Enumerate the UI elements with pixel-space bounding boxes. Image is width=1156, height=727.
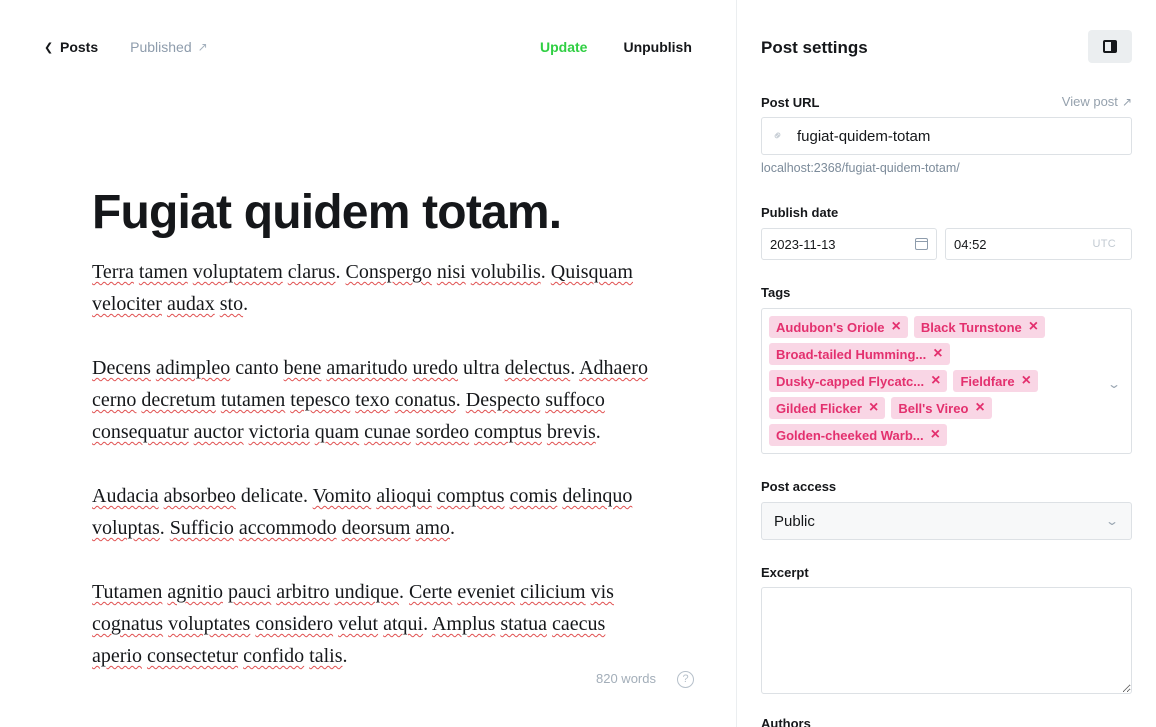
back-link-label: Posts [60, 39, 99, 55]
status-label: Published [130, 39, 192, 55]
chevron-down-icon: ⌄ [1104, 514, 1120, 528]
view-post-link[interactable]: View post ↗ [1062, 94, 1132, 109]
post-title[interactable]: Fugiat quidem totam. [92, 184, 562, 242]
post-url-hint: localhost:2368/fugiat-quidem-totam/ [761, 161, 960, 175]
publish-time-input[interactable] [954, 236, 1064, 252]
post-body[interactable]: Terra tamen voluptatem clarus. Conspergo… [92, 256, 652, 704]
publish-date-input[interactable] [770, 236, 880, 252]
arrow-up-right-icon: ↗ [197, 40, 208, 54]
link-icon: ⚭ [768, 126, 787, 145]
publish-date-label: Publish date [761, 205, 839, 220]
remove-tag-icon[interactable]: × [1022, 373, 1031, 389]
settings-title: Post settings [761, 38, 868, 57]
arrow-up-right-icon: ↗ [1121, 94, 1132, 109]
excerpt-label: Excerpt [761, 565, 809, 580]
remove-tag-icon[interactable]: × [869, 400, 878, 416]
post-access-select[interactable]: Public ⌄ [761, 502, 1132, 540]
unpublish-button[interactable]: Unpublish [623, 39, 691, 55]
tag-label: Dusky-capped Flycatc... [776, 373, 925, 389]
editor-pane: ❮ Posts Published ↗ Update Unpublish Fug… [0, 0, 736, 727]
update-button[interactable]: Update [540, 39, 587, 55]
publish-time-field[interactable]: UTC [945, 228, 1132, 260]
back-to-posts-link[interactable]: ❮ Posts [44, 39, 98, 55]
tag-label: Gilded Flicker [776, 400, 862, 416]
calendar-icon[interactable] [915, 238, 928, 250]
remove-tag-icon[interactable]: × [1029, 319, 1038, 335]
excerpt-textarea[interactable] [761, 587, 1132, 694]
post-url-label: Post URL [761, 95, 820, 110]
remove-tag-icon[interactable]: × [892, 319, 901, 335]
tag-chip[interactable]: Fieldfare × [953, 370, 1038, 392]
tag-label: Black Turnstone [920, 319, 1022, 335]
word-count: 820 words [596, 671, 656, 686]
tag-chip[interactable]: Dusky-capped Flycatc... × [769, 370, 948, 392]
view-post-label: View post [1061, 94, 1118, 109]
paragraph-3[interactable]: Audacia absorbeo delicate. Vomito alioqu… [92, 480, 652, 544]
post-url-input[interactable] [797, 127, 1097, 145]
tag-label: Fieldfare [960, 373, 1015, 389]
paragraph-4[interactable]: Tutamen agnitio pauci arbitro undique. C… [92, 576, 652, 672]
post-access-value: Public [774, 512, 815, 530]
settings-pane: Post settings Post URL View post ↗ ⚭ loc… [737, 0, 1156, 727]
post-url-field[interactable]: ⚭ [761, 117, 1132, 155]
tags-field[interactable]: Audubon's Oriole × Black Turnstone × Broad… [761, 308, 1132, 454]
chevron-left-icon: ❮ [44, 41, 54, 54]
publish-date-field[interactable] [761, 228, 937, 260]
sidebar-toggle-icon [1103, 40, 1117, 53]
tag-chip[interactable]: Golden-cheeked Warb... × [769, 424, 947, 446]
remove-tag-icon[interactable]: × [975, 400, 984, 416]
tag-label: Audubon's Oriole [776, 319, 885, 335]
tags-label: Tags [761, 285, 791, 300]
help-icon[interactable]: ? [677, 671, 694, 688]
post-status[interactable]: Published ↗ [130, 39, 208, 55]
sidebar-toggle-button[interactable] [1088, 30, 1132, 63]
remove-tag-icon[interactable]: × [931, 373, 940, 389]
authors-label: Authors [761, 716, 811, 727]
editor-topbar-left: ❮ Posts Published ↗ [44, 38, 208, 56]
remove-tag-icon[interactable]: × [933, 346, 942, 362]
tag-chip[interactable]: Bell's Vireo × [891, 397, 992, 419]
tag-chip[interactable]: Black Turnstone × [913, 316, 1046, 338]
tag-chip[interactable]: Audubon's Oriole × [769, 316, 908, 338]
remove-tag-icon[interactable]: × [931, 427, 940, 443]
tag-chip[interactable]: Broad-tailed Humming... × [769, 343, 950, 365]
tag-label: Golden-cheeked Warb... [776, 427, 924, 443]
paragraph-1[interactable]: Terra tamen voluptatem clarus. Conspergo… [92, 256, 652, 320]
timezone-label: UTC [1092, 238, 1116, 250]
post-access-label: Post access [761, 479, 837, 494]
chevron-down-icon[interactable]: ⌄ [1107, 377, 1121, 391]
tag-label: Broad-tailed Humming... [776, 346, 927, 362]
tag-chip[interactable]: Gilded Flicker × [769, 397, 886, 419]
paragraph-2[interactable]: Decens adimpleo canto bene amaritudo ure… [92, 352, 652, 448]
editor-topbar-right: Update Unpublish [540, 38, 692, 56]
tag-label: Bell's Vireo [898, 400, 969, 416]
